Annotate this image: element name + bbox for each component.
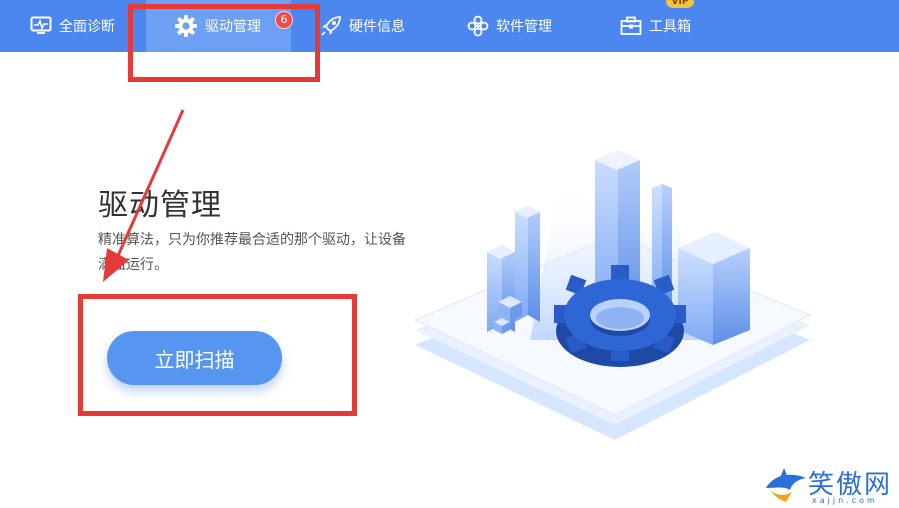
rocket-icon [320,15,342,37]
annotation-arrow [103,109,185,282]
tab-label: 全面诊断 [59,19,115,35]
highlight-box-button [78,294,357,416]
tab-full-diagnosis[interactable]: 全面诊断 [30,0,115,52]
tab-label: 软件管理 [496,19,552,35]
flower-icon [467,15,489,37]
highlight-box-tab [128,4,320,82]
driver-illustration [413,150,812,440]
tab-label: 工具箱 [649,19,691,35]
shark-logo-icon [766,468,806,502]
watermark-url: xajjn.com [812,496,878,505]
tab-hardware-info[interactable]: 硬件信息 [320,0,405,52]
tab-toolbox[interactable]: 工具箱 [620,0,691,52]
monitor-pulse-icon [30,16,52,36]
tab-label: 硬件信息 [349,19,405,35]
toolbox-icon [620,16,642,36]
tab-software-management[interactable]: 软件管理 [467,0,552,52]
watermark: 笑傲网 xajjn.com [760,462,899,508]
